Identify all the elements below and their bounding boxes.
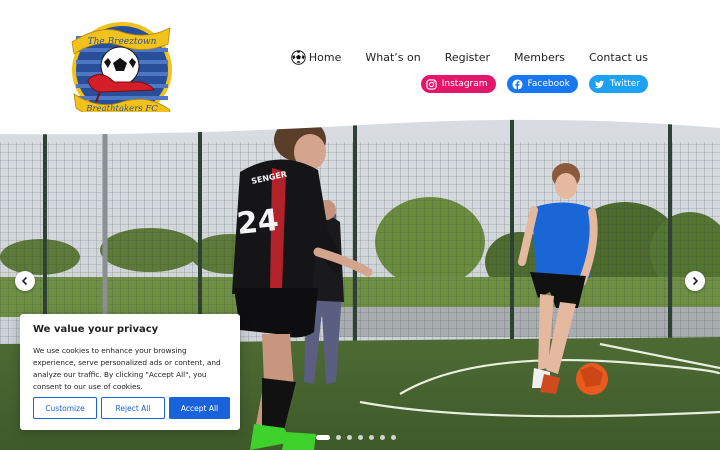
main-nav: Home What’s on Register Members Contact … [291,50,648,65]
twitter-button[interactable]: Twitter [588,75,648,93]
slider-dot[interactable] [316,435,330,440]
slider-dot[interactable] [380,435,385,440]
instagram-label: Instagram [441,79,488,89]
slider-dot[interactable] [336,435,341,440]
nav-whats-on-label: What’s on [365,51,421,64]
twitter-label: Twitter [609,79,640,89]
slider-dot[interactable] [347,435,352,440]
chevron-right-icon [692,276,699,286]
nav-contact-us[interactable]: Contact us [589,51,648,64]
club-logo[interactable]: The Breeztown Breathtakers FC [70,18,174,120]
nav-home-label: Home [308,51,342,64]
cookie-actions: Customize Reject All Accept All [33,397,230,419]
slider-dot[interactable] [391,435,396,440]
football-icon [291,50,306,65]
social-links: Instagram Facebook Twitter [420,75,648,93]
customize-button[interactable]: Customize [33,397,97,419]
slider-prev-button[interactable] [15,271,35,291]
cookie-consent-banner: We value your privacy We use cookies to … [20,314,240,430]
nav-members[interactable]: Members [514,51,565,64]
instagram-icon [426,78,437,90]
twitter-icon [594,80,604,88]
facebook-icon [511,78,523,90]
nav-register-label: Register [444,51,491,64]
cookie-title: We value your privacy [33,324,159,335]
header-wave-divider [0,112,720,135]
slider-pagination [316,435,396,440]
nav-contact-us-label: Contact us [589,51,648,64]
slider-next-button[interactable] [685,271,705,291]
reject-all-button[interactable]: Reject All [101,397,165,419]
nav-members-label: Members [514,51,565,64]
slider-dot[interactable] [358,435,363,440]
facebook-button[interactable]: Facebook [506,75,578,93]
accept-all-button[interactable]: Accept All [169,397,230,419]
nav-home[interactable]: Home [291,50,341,65]
chevron-left-icon [21,276,28,286]
facebook-label: Facebook [527,79,570,89]
slider-dot[interactable] [369,435,374,440]
nav-whats-on[interactable]: What’s on [365,51,420,64]
cookie-description: We use cookies to enhance your browsing … [33,346,221,391]
nav-register[interactable]: Register [445,51,490,64]
logo-text-top: The Breeztown [88,37,157,47]
shirt-number: 24 [235,203,280,242]
instagram-button[interactable]: Instagram [420,75,496,93]
